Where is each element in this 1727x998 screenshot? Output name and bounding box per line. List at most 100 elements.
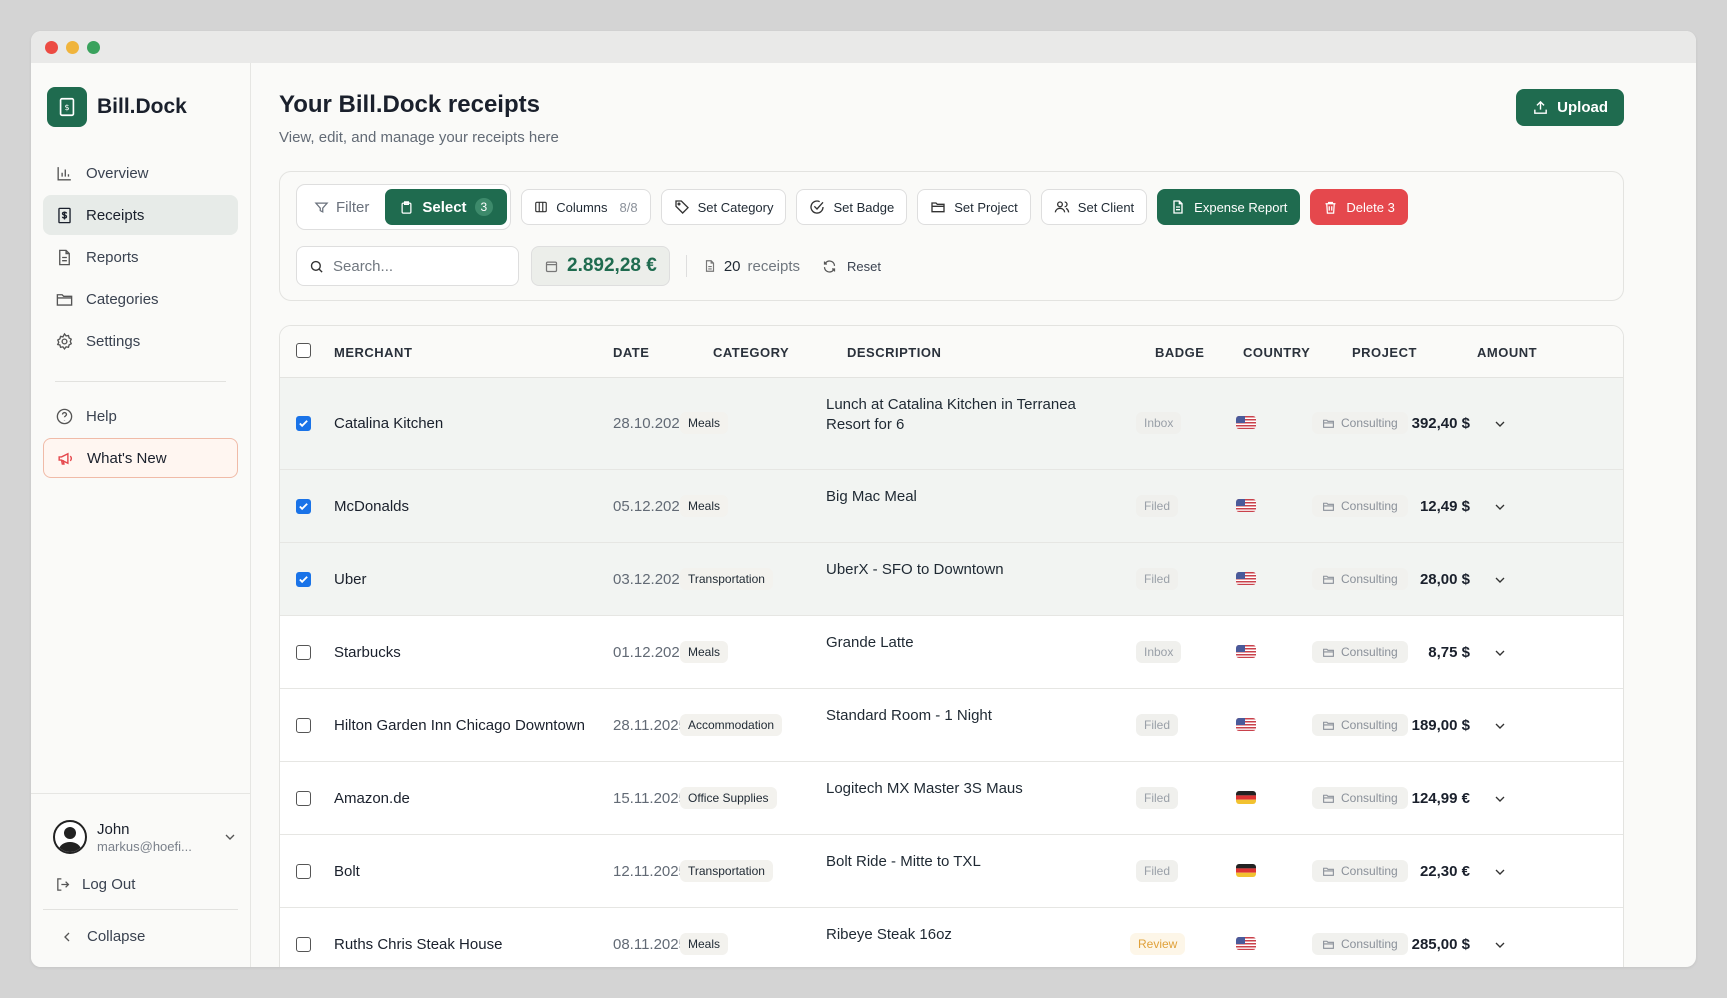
columns-icon: [535, 201, 548, 213]
sidebar-nav: Overview Receipts Reports Categories Set…: [31, 153, 250, 478]
table-row[interactable]: Amazon.de 15.11.2025 Office Supplies Log…: [280, 762, 1623, 835]
category-chip[interactable]: Transportation: [680, 568, 773, 590]
brand[interactable]: $ Bill.Dock: [31, 63, 250, 127]
category-chip[interactable]: Meals: [680, 933, 729, 955]
column-header-project[interactable]: PROJECT: [1352, 345, 1417, 360]
folder-open-icon: [931, 202, 945, 213]
search-placeholder: Search...: [333, 257, 394, 275]
column-header-amount[interactable]: AMOUNT: [1477, 345, 1537, 360]
category-chip[interactable]: Transportation: [680, 860, 773, 882]
column-header-country[interactable]: COUNTRY: [1243, 345, 1310, 360]
row-checkbox[interactable]: [296, 416, 311, 431]
expand-row-button[interactable]: [1492, 645, 1508, 666]
amount-cell: 124,99 €: [1411, 790, 1470, 807]
search-input[interactable]: Search...: [296, 246, 519, 286]
maximize-window-button[interactable]: [87, 40, 100, 54]
row-checkbox[interactable]: [296, 572, 311, 587]
category-chip[interactable]: Meals: [680, 495, 729, 517]
status-badge[interactable]: Filed: [1136, 860, 1179, 882]
logout-icon: [57, 878, 70, 891]
status-badge[interactable]: Review: [1130, 933, 1186, 955]
status-badge[interactable]: Filed: [1136, 568, 1179, 590]
date-cell: 03.12.2025: [613, 571, 689, 588]
reset-button[interactable]: Reset: [822, 259, 881, 274]
column-header-date[interactable]: DATE: [613, 345, 649, 360]
row-checkbox[interactable]: [296, 718, 311, 733]
collapse-sidebar-button[interactable]: Collapse: [31, 910, 250, 967]
upload-button[interactable]: Upload: [1516, 89, 1624, 126]
table-row[interactable]: Hilton Garden Inn Chicago Downtown 28.11…: [280, 689, 1623, 762]
sidebar-item-overview[interactable]: Overview: [43, 153, 238, 193]
logout-button[interactable]: Log Out: [31, 854, 250, 893]
minimize-window-button[interactable]: [66, 40, 79, 54]
set-category-button[interactable]: Set Category: [660, 189, 787, 225]
description-cell: Grande Latte: [826, 634, 914, 651]
row-checkbox[interactable]: [296, 791, 311, 806]
main-content: Your Bill.Dock receipts View, edit, and …: [251, 63, 1696, 967]
sidebar-item-whats-new[interactable]: What's New: [43, 438, 238, 478]
columns-button[interactable]: Columns 8/8: [521, 189, 651, 225]
expense-report-button[interactable]: Expense Report: [1157, 189, 1301, 225]
collapse-label: Collapse: [87, 928, 146, 945]
row-checkbox[interactable]: [296, 645, 311, 660]
description-cell: Big Mac Meal: [826, 488, 917, 505]
status-badge[interactable]: Filed: [1136, 495, 1179, 517]
category-chip[interactable]: Meals: [680, 412, 729, 434]
chevron-down-icon: [1495, 796, 1505, 802]
status-badge[interactable]: Filed: [1136, 787, 1179, 809]
expand-row-button[interactable]: [1492, 416, 1508, 437]
sidebar-item-receipts[interactable]: Receipts: [43, 195, 238, 235]
table-row[interactable]: Bolt 12.11.2025 Transportation Bolt Ride…: [280, 835, 1623, 908]
table-row[interactable]: Ruths Chris Steak House 08.11.2025 Meals…: [280, 908, 1623, 967]
expense-report-label: Expense Report: [1194, 199, 1288, 215]
sidebar-item-help[interactable]: Help: [43, 396, 238, 436]
column-header-category[interactable]: CATEGORY: [713, 345, 789, 360]
us-flag-icon: [1236, 416, 1256, 429]
table-row[interactable]: Catalina Kitchen 28.10.2025 Meals Lunch …: [280, 378, 1623, 470]
us-flag-icon: [1236, 718, 1256, 731]
row-checkbox[interactable]: [296, 499, 311, 514]
sidebar-item-categories[interactable]: Categories: [43, 279, 238, 319]
select-button[interactable]: Select 3: [385, 189, 508, 225]
close-window-button[interactable]: [45, 40, 58, 54]
delete-label: Delete 3: [1346, 199, 1395, 215]
us-flag-icon: [1236, 645, 1256, 658]
row-checkbox[interactable]: [296, 937, 311, 952]
expand-row-button[interactable]: [1492, 718, 1508, 739]
category-chip[interactable]: Office Supplies: [680, 787, 777, 809]
table-row[interactable]: McDonalds 05.12.2025 Meals Big Mac Meal …: [280, 470, 1623, 543]
set-category-label: Set Category: [697, 199, 774, 215]
table-row[interactable]: Uber 03.12.2025 Transportation UberX - S…: [280, 543, 1623, 616]
category-chip[interactable]: Accommodation: [680, 714, 783, 736]
status-badge[interactable]: Filed: [1136, 714, 1179, 736]
user-menu[interactable]: John markus@hoefi...: [31, 794, 250, 854]
expand-row-button[interactable]: [1492, 937, 1508, 958]
chevron-down-icon: [1495, 577, 1505, 583]
germany-flag-icon: [1236, 864, 1256, 877]
select-all-checkbox[interactable]: [296, 343, 311, 358]
delete-button[interactable]: Delete 3: [1310, 189, 1408, 225]
category-chip[interactable]: Meals: [680, 641, 729, 663]
status-badge[interactable]: Inbox: [1136, 412, 1182, 434]
chevron-down-icon[interactable]: [222, 829, 238, 845]
column-header-merchant[interactable]: MERCHANT: [334, 345, 412, 360]
sidebar-item-reports[interactable]: Reports: [43, 237, 238, 277]
filter-button[interactable]: Filter: [300, 189, 383, 225]
column-header-description[interactable]: DESCRIPTION: [847, 345, 941, 360]
columns-count: 8/8: [619, 199, 638, 215]
set-client-button[interactable]: Set Client: [1040, 189, 1148, 225]
expand-row-button[interactable]: [1492, 499, 1508, 520]
sidebar-item-settings[interactable]: Settings: [43, 321, 238, 361]
expand-row-button[interactable]: [1492, 791, 1508, 812]
row-checkbox[interactable]: [296, 864, 311, 879]
expand-row-button[interactable]: [1492, 864, 1508, 885]
table-row[interactable]: Starbucks 01.12.2025 Meals Grande Latte …: [280, 616, 1623, 689]
set-project-button[interactable]: Set Project: [917, 189, 1031, 225]
merchant-cell: Uber: [334, 571, 367, 588]
columns-label: Columns: [556, 199, 608, 215]
set-badge-button[interactable]: Set Badge: [796, 189, 908, 225]
status-badge[interactable]: Inbox: [1136, 641, 1182, 663]
folder-icon: [1323, 575, 1334, 584]
column-header-badge[interactable]: BADGE: [1155, 345, 1204, 360]
expand-row-button[interactable]: [1492, 572, 1508, 593]
